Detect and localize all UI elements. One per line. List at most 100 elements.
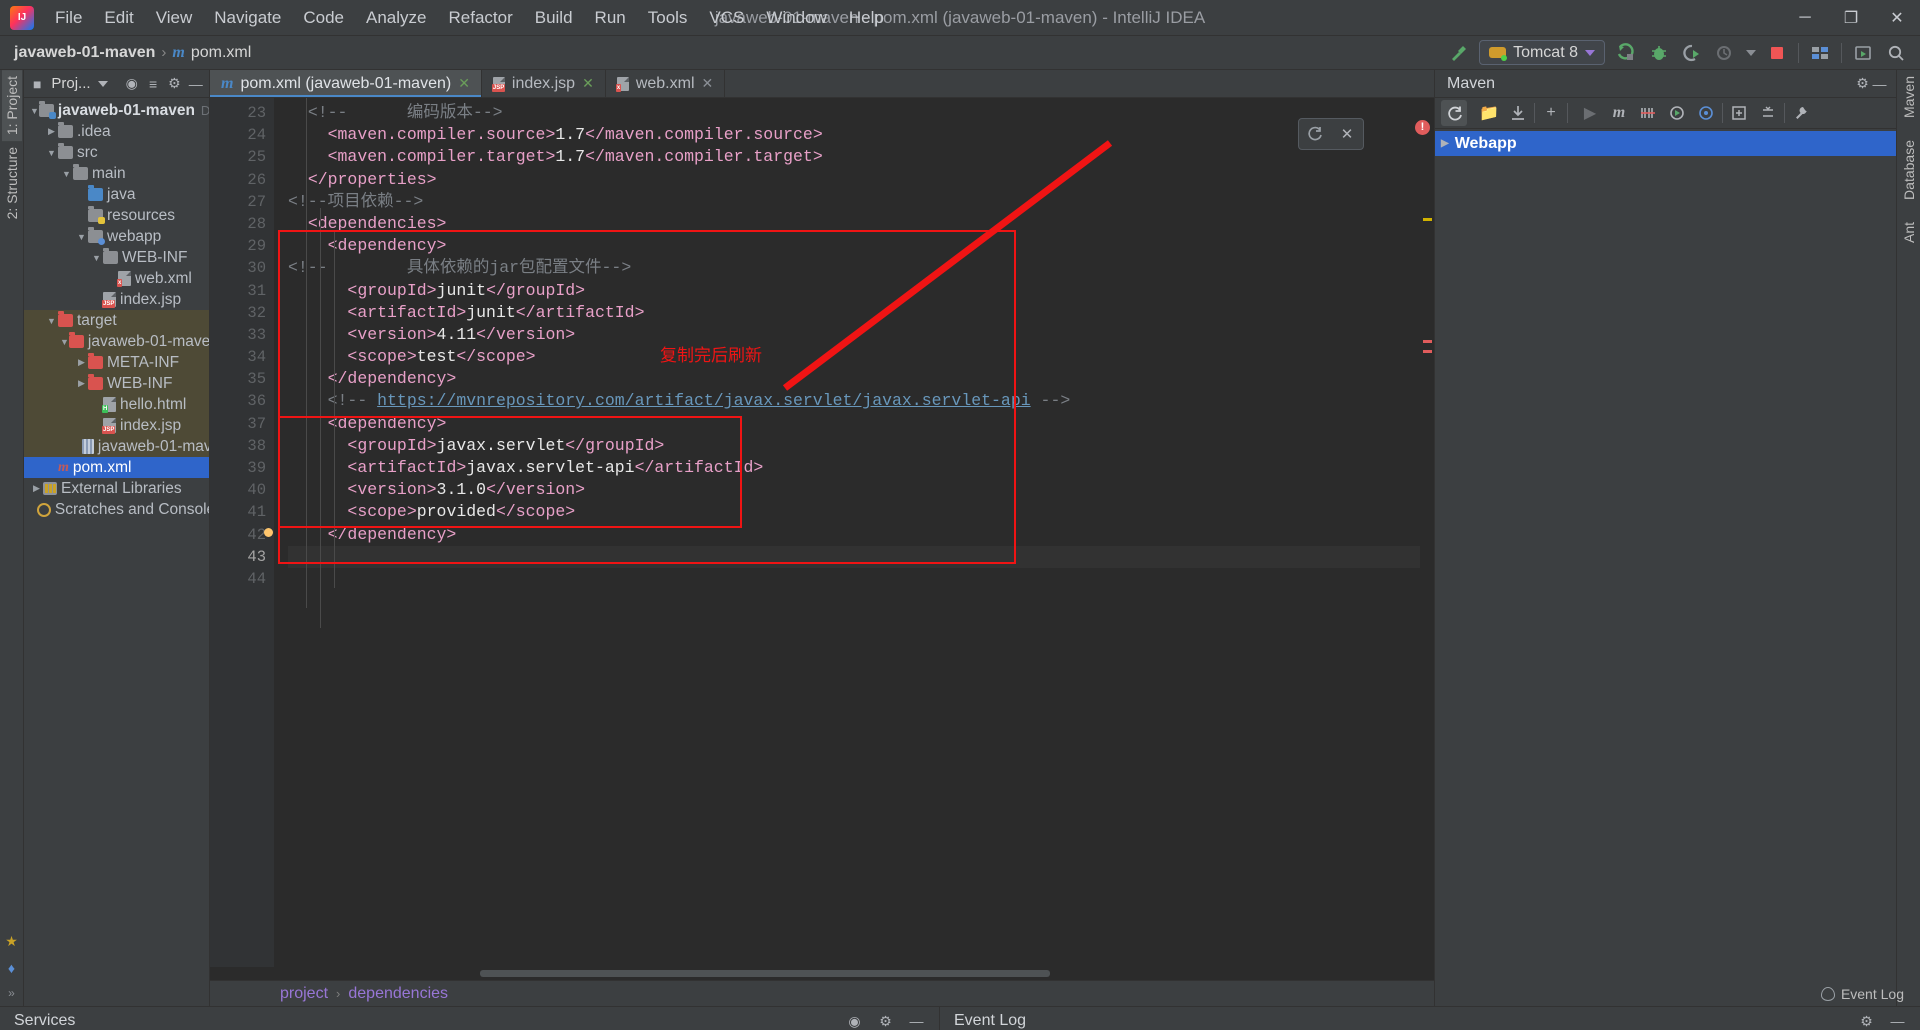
sidebar-item-ant[interactable]: Ant <box>1899 216 1919 249</box>
chevron-down-icon[interactable]: ▼ <box>60 167 73 180</box>
tree-node-main[interactable]: ▼ main <box>24 163 209 184</box>
chevron-right-icon[interactable]: ▶ <box>45 125 58 138</box>
breadcrumb-file[interactable]: pom.xml <box>191 44 251 62</box>
hide-icon[interactable]: — <box>908 1013 925 1030</box>
minimize-button[interactable]: ─ <box>1782 0 1828 36</box>
chevron-down-icon[interactable]: ▼ <box>30 104 39 117</box>
close-icon[interactable]: ✕ <box>458 75 470 92</box>
settings-wrench-icon[interactable] <box>1788 100 1814 126</box>
breadcrumb-project[interactable]: javaweb-01-maven <box>14 44 155 62</box>
tree-node-web-inf[interactable]: ▼ WEB-INF <box>24 247 209 268</box>
execute-maven-goal-icon[interactable] <box>1664 100 1690 126</box>
chevron-down-icon[interactable] <box>97 80 108 87</box>
menu-item-run[interactable]: Run <box>584 4 637 32</box>
collapse-all-icon[interactable]: ≡ <box>146 75 160 92</box>
maven-tree-node-webapp[interactable]: ▶ Webapp <box>1435 131 1896 156</box>
tree-node-java[interactable]: ▶java <box>24 184 209 205</box>
menu-item-edit[interactable]: Edit <box>93 4 144 32</box>
tree-node-meta-inf[interactable]: ▶ META-INF <box>24 352 209 373</box>
web-icon[interactable]: ♦ <box>8 960 15 976</box>
project-tree[interactable]: ▼javaweb-01-mavenD:\j▶.idea▼src▼main▶jav… <box>24 98 209 1006</box>
run-icon[interactable] <box>1614 41 1638 65</box>
hide-icon[interactable]: — <box>1871 75 1888 92</box>
toggle-skip-tests-icon[interactable] <box>1635 100 1661 126</box>
code-line[interactable]: <version>4.11</version> <box>288 324 1420 346</box>
code-line[interactable]: <groupId>junit</groupId> <box>288 280 1420 302</box>
chevron-down-icon[interactable]: ▼ <box>75 230 88 243</box>
maven-project-tree[interactable]: ▶ Webapp <box>1435 129 1896 1006</box>
run-configuration-selector[interactable]: Tomcat 8 <box>1479 40 1605 65</box>
add-icon[interactable]: + <box>1538 100 1564 126</box>
maximize-button[interactable]: ❐ <box>1828 0 1874 36</box>
code-line[interactable]: <!-- https://mvnrepository.com/artifact/… <box>288 390 1420 412</box>
maven-reimport-icon[interactable] <box>1299 119 1331 149</box>
code-line[interactable]: <scope>provided</scope> <box>288 501 1420 523</box>
code-line[interactable]: <dependency> <box>288 413 1420 435</box>
code-line[interactable]: </dependency> <box>288 368 1420 390</box>
tree-node-resources[interactable]: ▶resources <box>24 205 209 226</box>
expand-all-icon[interactable] <box>1726 100 1752 126</box>
tree-node-hello-html[interactable]: ▶Hhello.html <box>24 394 209 415</box>
add-service-icon[interactable]: ◉ <box>846 1013 863 1030</box>
code-line[interactable]: <dependencies> <box>288 213 1420 235</box>
code-line[interactable] <box>288 545 1420 568</box>
close-icon[interactable]: ✕ <box>582 75 594 92</box>
updates-icon[interactable] <box>1851 41 1875 65</box>
chevron-right-icon[interactable]: ▶ <box>75 356 88 369</box>
menu-item-tools[interactable]: Tools <box>637 4 699 32</box>
settings-icon[interactable]: ⚙ <box>1854 75 1871 92</box>
code-line[interactable]: <groupId>javax.servlet</groupId> <box>288 435 1420 457</box>
editor-tab-index-jsp[interactable]: JSP index.jsp ✕ <box>482 70 606 97</box>
chevron-down-icon[interactable]: ▼ <box>45 146 58 159</box>
close-icon[interactable]: ✕ <box>702 75 714 92</box>
code-line[interactable]: </properties> <box>288 169 1420 191</box>
settings-icon[interactable]: ⚙ <box>1858 1013 1875 1030</box>
code-line[interactable]: <artifactId>javax.servlet-api</artifactI… <box>288 457 1420 479</box>
maven-goal-icon[interactable]: m <box>1606 100 1632 126</box>
collapse-all-icon[interactable] <box>1755 100 1781 126</box>
debug-icon[interactable] <box>1647 41 1671 65</box>
tree-node-external-libraries[interactable]: ▶ External Libraries <box>24 478 209 499</box>
menu-item-navigate[interactable]: Navigate <box>203 4 292 32</box>
menu-item-build[interactable]: Build <box>524 4 584 32</box>
build-hammer-icon[interactable] <box>1446 41 1470 65</box>
menu-item-window[interactable]: Window <box>755 4 837 32</box>
profiler-icon[interactable] <box>1713 41 1737 65</box>
editor-viewport[interactable]: 23 24 25 26−27 28−29− 30 31 32 33 3435− 36 37−38 39 4… <box>210 98 1434 967</box>
tree-node-scratches-and-consoles[interactable]: ▶Scratches and Consoles <box>24 499 209 520</box>
code-line[interactable]: </dependency> <box>288 524 1420 546</box>
editor-tab-pom-xml[interactable]: m pom.xml (javaweb-01-maven) ✕ <box>210 70 482 97</box>
chevron-down-icon[interactable]: ▼ <box>90 251 103 264</box>
code-line[interactable]: <!--项目依赖--> <box>288 191 1420 213</box>
menu-item-analyze[interactable]: Analyze <box>355 4 437 32</box>
close-button[interactable]: ✕ <box>1874 0 1920 36</box>
tree-node-web-xml[interactable]: ▶xweb.xml <box>24 268 209 289</box>
favorites-icon[interactable]: ★ <box>5 933 18 950</box>
menu-item-file[interactable]: File <box>44 4 93 32</box>
tree-node-target[interactable]: ▼ target <box>24 310 209 331</box>
chevron-down-icon[interactable]: ▼ <box>60 335 69 348</box>
chevron-down-icon[interactable]: ▼ <box>45 314 58 327</box>
sidebar-item-database[interactable]: Database <box>1899 134 1919 206</box>
sidebar-item-structure[interactable]: 2: Structure <box>2 141 22 225</box>
reload-all-maven-projects-icon[interactable] <box>1441 100 1467 126</box>
run-icon[interactable]: ▶ <box>1577 100 1603 126</box>
code-line[interactable]: <version>3.1.0</version> <box>288 479 1420 501</box>
settings-icon[interactable]: ⚙ <box>167 75 181 92</box>
hide-icon[interactable]: — <box>1889 1013 1906 1030</box>
code-line[interactable] <box>288 568 1420 590</box>
menu-item-code[interactable]: Code <box>292 4 355 32</box>
tree-node-javaweb-01-maven[interactable]: ▼ javaweb-01-maven D:\j <box>24 100 209 121</box>
project-panel-title[interactable]: Proj... <box>51 75 90 92</box>
search-everywhere-icon[interactable] <box>1884 41 1908 65</box>
tree-node-web-inf[interactable]: ▶ WEB-INF <box>24 373 209 394</box>
chevron-right-icon[interactable]: ▶ <box>30 482 43 495</box>
profiler-chevron-down-icon[interactable] <box>1746 49 1756 56</box>
code-line[interactable]: <maven.compiler.target>1.7</maven.compil… <box>288 146 1420 168</box>
tree-node-index-jsp[interactable]: ▶JSPindex.jsp <box>24 289 209 310</box>
chevron-right-icon[interactable]: ▶ <box>1441 138 1449 149</box>
menu-item-refactor[interactable]: Refactor <box>437 4 523 32</box>
tree-node-src[interactable]: ▼ src <box>24 142 209 163</box>
run-with-coverage-icon[interactable] <box>1680 41 1704 65</box>
menu-item-view[interactable]: View <box>145 4 204 32</box>
